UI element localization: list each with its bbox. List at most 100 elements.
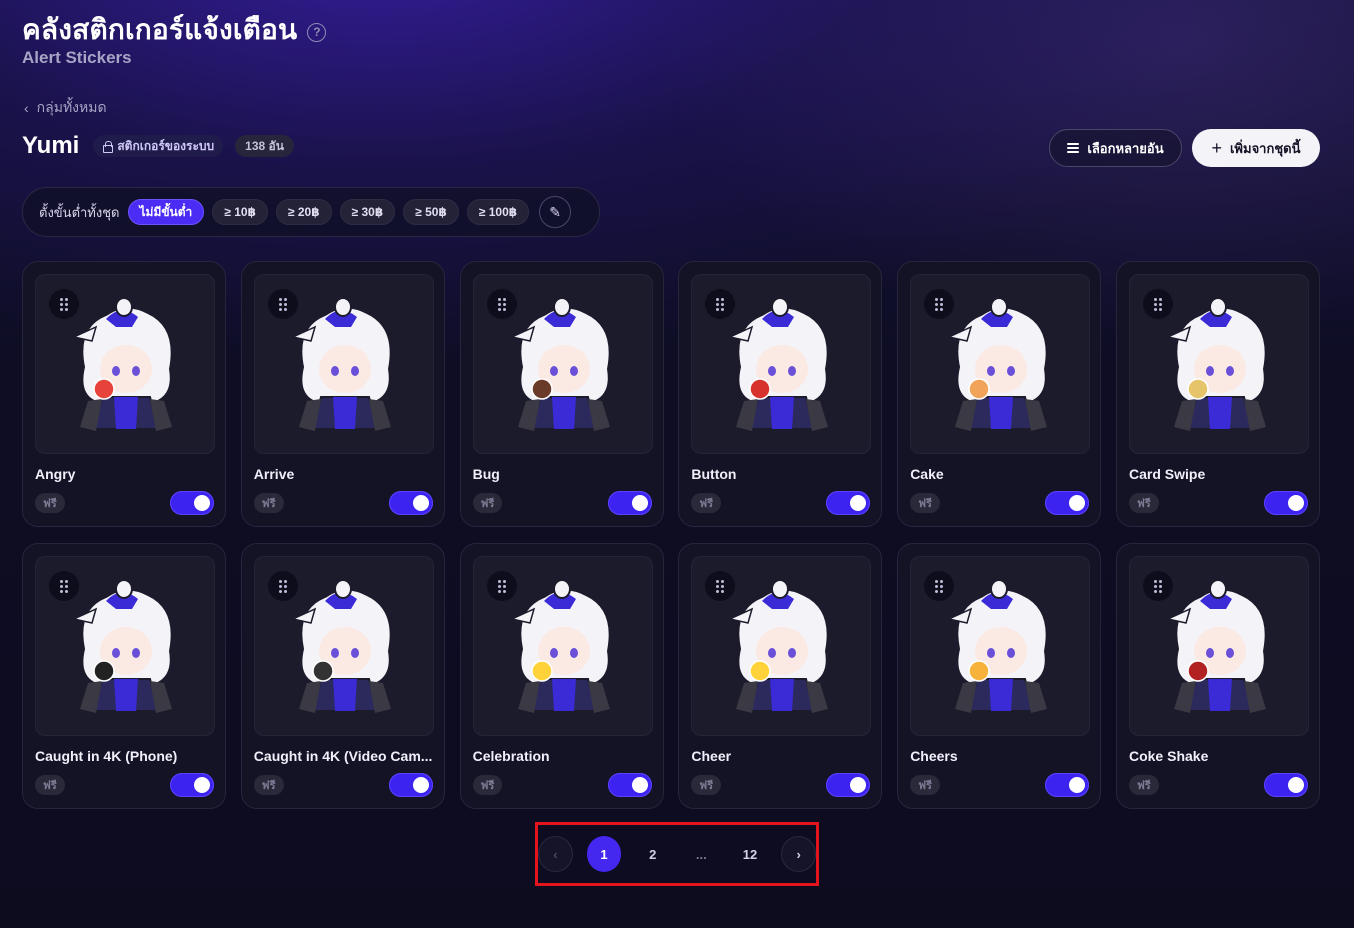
sticker-name: Card Swipe (1128, 466, 1206, 482)
back-to-all-groups-link[interactable]: ‹ กลุ่มทั้งหมด (24, 97, 107, 119)
sticker-enable-toggle[interactable] (1263, 773, 1308, 797)
sticker-enable-toggle[interactable] (170, 773, 214, 797)
sticker-name: Caught in 4K (Video Cam... (253, 748, 433, 764)
add-from-pack-label: เพิ่มจากชุดนี้ (1229, 140, 1301, 156)
sticker-enable-toggle[interactable] (1263, 491, 1308, 515)
sticker-thumbnail (910, 274, 1091, 454)
chibi-character-image (946, 297, 1048, 431)
drag-handle-icon[interactable] (486, 289, 517, 319)
chip-min-30[interactable]: ≥ 30฿ (339, 199, 396, 225)
sticker-enable-toggle[interactable] (388, 491, 433, 515)
drag-handle-icon[interactable] (1142, 571, 1173, 601)
drag-handle-icon[interactable] (924, 571, 955, 601)
sticker-name: Cheers (910, 748, 958, 764)
drag-handle-icon[interactable] (49, 289, 79, 319)
drag-handle-icon[interactable] (486, 571, 517, 601)
sticker-enable-toggle[interactable] (388, 773, 433, 797)
sticker-card[interactable]: Caught in 4K (Video Cam... ฟรี (240, 543, 445, 809)
sticker-grid: Angry ฟรี Arrive ฟรี Bug ฟรี Button ฟรี … (22, 261, 1320, 809)
sticker-thumbnail (1128, 556, 1309, 736)
chibi-character-image (290, 579, 392, 713)
sticker-enable-toggle[interactable] (607, 773, 652, 797)
sticker-price-badge: ฟรี (253, 493, 284, 513)
sticker-thumbnail (35, 556, 215, 736)
chip-min-20[interactable]: ≥ 20฿ (275, 199, 332, 225)
sticker-count-badge: 138 อัน (235, 135, 294, 157)
lock-icon (102, 141, 114, 153)
sticker-price-badge: ฟรี (472, 493, 503, 513)
chip-no-minimum[interactable]: ไม่มีขั้นต่ำ (127, 199, 205, 225)
sticker-name: Arrive (253, 466, 295, 482)
sticker-thumbnail (472, 274, 653, 454)
sticker-card[interactable]: Caught in 4K (Phone) ฟรี (22, 543, 226, 809)
sticker-enable-toggle[interactable] (170, 491, 214, 515)
sticker-enable-toggle[interactable] (826, 773, 871, 797)
page-title-row: คลังสติกเกอร์แจ้งเตือน ? (22, 8, 327, 52)
sticker-thumbnail (35, 274, 215, 454)
sticker-enable-toggle[interactable] (607, 491, 652, 515)
page-button-1[interactable]: 1 (586, 836, 622, 872)
chibi-character-image (509, 579, 611, 713)
chibi-character-image (509, 297, 611, 431)
multi-select-button[interactable]: เลือกหลายอัน (1049, 129, 1182, 167)
sticker-thumbnail (691, 556, 872, 736)
sticker-card[interactable]: Cheers ฟรี (897, 543, 1102, 809)
drag-handle-icon[interactable] (49, 571, 79, 601)
sticker-card[interactable]: Celebration ฟรี (459, 543, 664, 809)
sticker-thumbnail (253, 274, 434, 454)
drag-handle-icon[interactable] (924, 289, 955, 319)
sticker-price-badge: ฟรี (691, 775, 722, 795)
sticker-card[interactable]: Arrive ฟรี (240, 261, 445, 527)
sticker-price-badge: ฟรี (1128, 493, 1159, 513)
sticker-name: Angry (35, 466, 76, 482)
page-button-2[interactable]: 2 (635, 836, 670, 872)
sticker-card[interactable]: Cake ฟรี (897, 261, 1102, 527)
system-sticker-badge: สติกเกอร์ของระบบ (93, 135, 224, 157)
filter-label: ตั้งขั้นต่ำทั้งชุด (39, 204, 120, 220)
help-icon[interactable]: ? (307, 22, 327, 42)
pencil-icon: ✎ (549, 203, 561, 220)
sticker-card[interactable]: Card Swipe ฟรี (1115, 261, 1320, 527)
sticker-name: Cheer (691, 748, 732, 764)
sticker-name: Caught in 4K (Phone) (35, 748, 178, 764)
chip-min-100[interactable]: ≥ 100฿ (466, 199, 530, 225)
back-label: กลุ่มทั้งหมด (36, 99, 107, 115)
chibi-character-image (728, 579, 830, 713)
pack-header: Yumi สติกเกอร์ของระบบ 138 อัน (22, 132, 294, 160)
edit-minimum-button[interactable]: ✎ (539, 196, 572, 228)
minimum-price-filter: ตั้งขั้นต่ำทั้งชุด ไม่มีขั้นต่ำ ≥ 10฿ ≥ … (22, 187, 600, 237)
sticker-enable-toggle[interactable] (826, 491, 871, 515)
sticker-price-badge: ฟรี (910, 493, 940, 513)
sticker-thumbnail (1128, 274, 1309, 454)
drag-handle-icon[interactable] (267, 289, 298, 319)
drag-handle-icon[interactable] (1142, 289, 1173, 319)
sticker-enable-toggle[interactable] (1045, 773, 1090, 797)
sticker-thumbnail (253, 556, 434, 736)
sticker-card[interactable]: Coke Shake ฟรี (1115, 543, 1320, 809)
sticker-card[interactable]: Cheer ฟรี (678, 543, 883, 809)
plus-icon: + (1211, 138, 1222, 158)
chibi-character-image (1165, 297, 1267, 431)
drag-handle-icon[interactable] (267, 571, 298, 601)
chibi-character-image (71, 579, 173, 713)
chip-min-10[interactable]: ≥ 10฿ (212, 199, 268, 225)
sticker-name: Bug (472, 466, 500, 482)
sticker-price-badge: ฟรี (35, 493, 65, 513)
sticker-enable-toggle[interactable] (1045, 491, 1090, 515)
system-sticker-badge-label: สติกเกอร์ของระบบ (117, 138, 215, 153)
sticker-price-badge: ฟรี (472, 775, 503, 795)
sticker-card[interactable]: Button ฟรี (678, 261, 883, 527)
sticker-price-badge: ฟรี (253, 775, 284, 795)
prev-page-button[interactable]: ‹ (538, 836, 573, 872)
chibi-character-image (1165, 579, 1267, 713)
next-page-button[interactable]: › (781, 836, 816, 872)
page-subtitle: Alert Stickers (22, 48, 132, 67)
sticker-card[interactable]: Bug ฟรี (459, 261, 664, 527)
sticker-price-badge: ฟรี (35, 775, 65, 795)
chevron-left-icon: ‹ (24, 100, 29, 116)
sticker-name: Button (691, 466, 737, 482)
add-from-pack-button[interactable]: + เพิ่มจากชุดนี้ (1192, 129, 1320, 167)
page-button-12[interactable]: 12 (733, 836, 768, 872)
sticker-card[interactable]: Angry ฟรี (22, 261, 226, 527)
chip-min-50[interactable]: ≥ 50฿ (403, 199, 459, 225)
